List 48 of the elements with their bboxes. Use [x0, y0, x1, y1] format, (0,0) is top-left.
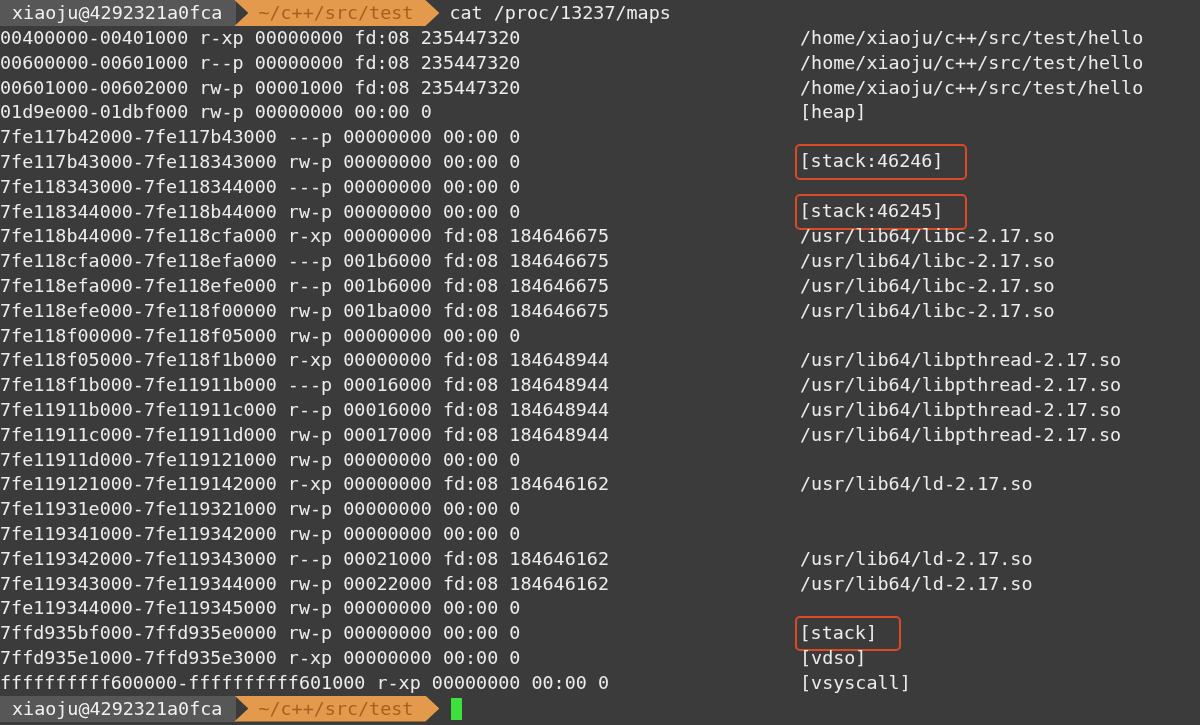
- prompt-path: ~/c++/src/test: [234, 0, 440, 26]
- mapping-text: 7fe118f05000-7fe118f1b000 r-xp 00000000 fd:08 184648944: [0, 348, 610, 373]
- mapping-path: [vsyscall]: [799, 670, 912, 695]
- mapping-text: 7ffd935bf000-7ffd935e0000 rw-p 00000000 00:00 0: [0, 621, 522, 646]
- mapping-text: 7fe118f00000-7fe118f05000 rw-p 00000000 00:00 0: [0, 323, 522, 348]
- mapping-path: /usr/lib64/libpthread-2.17.so: [799, 348, 1123, 373]
- mapping-text: 7fe118b44000-7fe118cfa000 r-xp 00000000 fd:08 184646675: [0, 224, 610, 249]
- mapping-text: 7fe118f1b000-7fe11911b000 ---p 00016000 fd:08 184648944: [0, 373, 610, 398]
- mapping-path: /usr/lib64/libpthread-2.17.so: [799, 373, 1123, 398]
- mapping-text: 01d9e000-01dbf000 rw-p 00000000 00:00 0: [0, 100, 433, 125]
- mapping-text: 7ffd935e1000-7ffd935e3000 r-xp 00000000 00:00 0: [0, 645, 522, 670]
- mapping-path: /home/xiaoju/c++/src/test/hello: [799, 26, 1145, 50]
- mapping-text: 7fe118efa000-7fe118efe000 r--p 001b6000 fd:08 184646675: [0, 273, 610, 298]
- mapping-text: 7fe11911b000-7fe11911c000 r--p 00016000 fd:08 184648944: [0, 397, 610, 422]
- mapping-text: ffffffffff600000-ffffffffff601000 r-xp 00000000 00:00 0: [0, 670, 610, 695]
- mapping-text: 7fe118344000-7fe118b44000 rw-p 00000000 00:00 0: [0, 199, 522, 224]
- prompt-user: xiaoju@4292321a0fca: [0, 0, 237, 26]
- mapping-path: /usr/lib64/libpthread-2.17.so: [799, 397, 1123, 422]
- mapping-text: 00601000-00602000 rw-p 00001000 fd:08 235447320: [0, 75, 522, 100]
- mapping-path: /usr/lib64/libc-2.17.so: [799, 298, 1056, 323]
- mapping-path: [heap]: [799, 100, 868, 125]
- prompt-user: xiaoju@4292321a0fca: [0, 695, 237, 722]
- mapping-text: 00600000-00601000 r--p 00000000 fd:08 235447320: [0, 50, 522, 75]
- mapping-path: /home/xiaoju/c++/src/test/hello: [799, 75, 1145, 100]
- mapping-path: /home/xiaoju/c++/src/test/hello: [799, 50, 1145, 75]
- mapping-path: /usr/lib64/libc-2.17.so: [799, 273, 1056, 298]
- mapping-text: 7fe118cfa000-7fe118efa000 ---p 001b6000 fd:08 184646675: [0, 249, 610, 274]
- mapping-text: 7fe11911d000-7fe119121000 rw-p 00000000 00:00 0: [0, 447, 522, 472]
- mapping-text: 7fe119121000-7fe119142000 r-xp 00000000 fd:08 184646162: [0, 472, 610, 497]
- mapping-text: 7fe11931e000-7fe119321000 rw-p 00000000 00:00 0: [0, 497, 522, 522]
- mapping-text: 7fe119343000-7fe119344000 rw-p 00022000 fd:08 184646162: [0, 571, 610, 596]
- mapping-path: /usr/lib64/ld-2.17.so: [799, 546, 1034, 571]
- mapping-text: 7fe11911c000-7fe11911d000 rw-p 00017000 fd:08 184648944: [0, 422, 610, 447]
- command-text: cat /proc/13237/maps: [449, 0, 671, 25]
- mapping-path: /usr/lib64/libc-2.17.so: [799, 249, 1056, 274]
- mapping-text: 00400000-00401000 r-xp 00000000 fd:08 235447320: [0, 26, 522, 50]
- mapping-text: 7fe118efe000-7fe118f00000 rw-p 001ba000 fd:08 184646675: [0, 298, 610, 323]
- mapping-text: 7fe118343000-7fe118344000 ---p 00000000 00:00 0: [0, 174, 522, 199]
- mapping-text: 7fe119342000-7fe119343000 r--p 00021000 fd:08 184646162: [0, 546, 610, 571]
- mapping-path: /usr/lib64/ld-2.17.so: [799, 571, 1034, 596]
- mapping-text: 7fe119344000-7fe119345000 rw-p 00000000 00:00 0: [0, 596, 522, 621]
- prompt-path: ~/c++/src/test: [234, 695, 440, 722]
- mapping-path: [stack:46246]: [794, 144, 968, 181]
- mapping-text: 7fe117b43000-7fe118343000 rw-p 00000000 00:00 0: [0, 150, 522, 174]
- mapping-path: /usr/lib64/libpthread-2.17.so: [799, 422, 1123, 447]
- mapping-text: 7fe119341000-7fe119342000 rw-p 00000000 00:00 0: [0, 521, 522, 546]
- mapping-path: /usr/lib64/ld-2.17.so: [799, 472, 1034, 497]
- mapping-text: 7fe117b42000-7fe117b43000 ---p 00000000 00:00 0: [0, 125, 522, 150]
